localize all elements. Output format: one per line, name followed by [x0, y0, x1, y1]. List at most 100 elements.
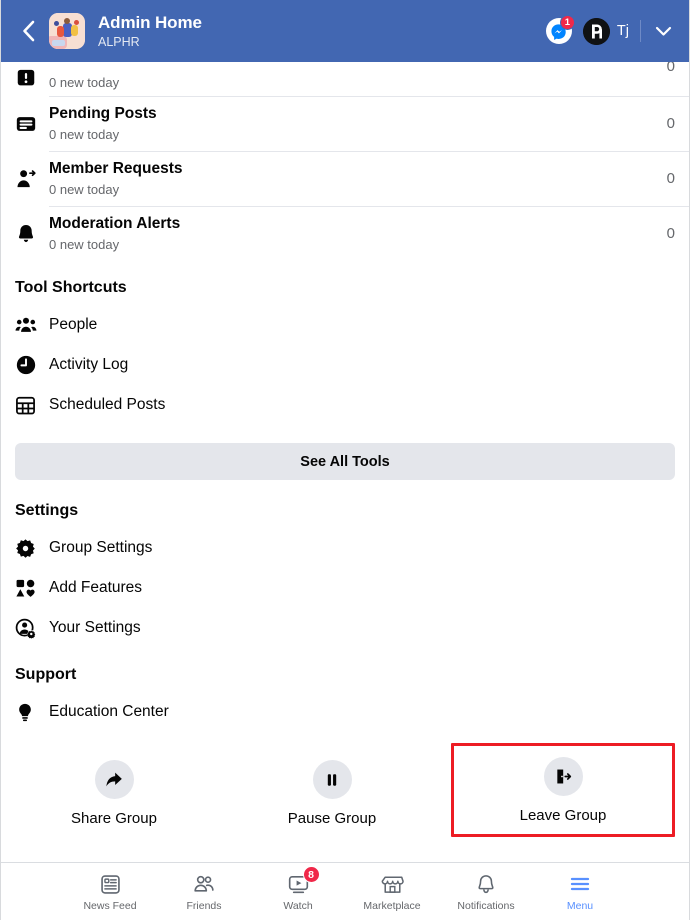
tool-shortcut-scheduled-posts[interactable]: Scheduled Posts — [1, 385, 689, 425]
nav-item-menu[interactable]: Menu — [533, 863, 627, 920]
header-actions: 1 Tj — [543, 15, 675, 47]
group-action-buttons: Share Group Pause Group Leave Group — [1, 743, 689, 837]
people-icon — [15, 314, 49, 336]
share-group-label: Share Group — [71, 810, 157, 827]
tool-shortcut-activity-log[interactable]: Activity Log — [1, 345, 689, 385]
messenger-badge: 1 — [559, 15, 575, 30]
leave-door-icon-circle — [543, 757, 583, 796]
nav-item-marketplace[interactable]: Marketplace — [345, 863, 439, 920]
chevron-down-icon — [655, 26, 671, 36]
queue-row-count: 0 — [666, 62, 675, 75]
queue-row[interactable]: Pending Posts 0 new today 0 — [1, 96, 689, 151]
queue-row-text: Moderation Alerts 0 new today — [49, 215, 657, 252]
settings-item-label: Add Features — [49, 579, 143, 596]
watch-icon: 8 — [287, 866, 320, 897]
account-name[interactable]: Tj — [617, 23, 629, 39]
watch-badge: 8 — [302, 866, 320, 883]
scroll-content[interactable]: Reported to Admin 0 new today 0 Pending … — [1, 62, 689, 862]
queue-row-text: Pending Posts 0 new today — [49, 105, 657, 142]
queue-row-title: Member Requests — [49, 159, 183, 177]
queue-row-subtitle: 0 new today — [49, 126, 120, 142]
queue-row-text: Member Requests 0 new today — [49, 160, 657, 197]
queue-row-subtitle: 0 new today — [49, 75, 120, 91]
nav-item-label: Notifications — [457, 900, 515, 912]
share-group-button[interactable]: Share Group — [5, 746, 223, 837]
messenger-button[interactable]: 1 — [543, 15, 575, 47]
app-header: Admin Home ALPHR 1 Tj — [1, 0, 689, 62]
queue-row-subtitle: 0 new today — [49, 181, 120, 197]
group-name: ALPHR — [98, 34, 140, 49]
leave-door-icon — [556, 769, 571, 784]
pause-icon — [327, 773, 337, 786]
nav-item-label: Menu — [566, 900, 594, 912]
tool-shortcut-label: Activity Log — [49, 356, 129, 373]
settings-item-your-settings[interactable]: Your Settings — [1, 608, 689, 648]
settings-heading: Settings — [15, 502, 79, 519]
leave-group-label: Leave Group — [519, 807, 607, 824]
news-feed-icon — [99, 871, 122, 897]
share-arrow-icon — [106, 772, 122, 786]
queue-row-subtitle: 0 new today — [49, 236, 120, 252]
pending-posts-icon — [15, 113, 49, 135]
support-heading: Support — [15, 666, 77, 683]
nav-item-notifications[interactable]: Notifications — [439, 863, 533, 920]
hamburger-menu-icon — [568, 871, 592, 897]
tool-shortcut-label: Scheduled Posts — [49, 396, 166, 413]
page-title: Admin Home — [98, 13, 202, 33]
friends-icon — [192, 871, 216, 897]
share-arrow-icon-circle — [94, 760, 134, 799]
settings-item-group-settings[interactable]: Group Settings — [1, 528, 689, 568]
clock-icon — [15, 354, 49, 376]
person-gear-icon — [15, 618, 49, 639]
support-item-education-center[interactable]: Education Center — [1, 692, 689, 732]
see-all-tools-button[interactable]: See All Tools — [15, 443, 675, 480]
nav-item-label: Friends — [186, 900, 222, 912]
queue-row-title: Moderation Alerts — [49, 214, 181, 232]
nav-item-news-feed[interactable]: News Feed — [63, 863, 157, 920]
support-item-label: Education Center — [49, 703, 169, 720]
lightbulb-icon — [15, 702, 49, 723]
chevron-left-icon — [22, 20, 34, 42]
tool-shortcuts-heading: Tool Shortcuts — [15, 279, 127, 296]
gear-icon — [15, 538, 49, 559]
pause-group-label: Pause Group — [287, 810, 377, 827]
queue-row-count: 0 — [666, 170, 675, 187]
account-menu-button[interactable] — [651, 19, 675, 43]
tool-shortcut-label: People — [49, 316, 98, 333]
queue-row[interactable]: Member Requests 0 new today 0 — [1, 151, 689, 206]
ph-logo-icon — [582, 17, 610, 45]
nav-item-label: News Feed — [83, 900, 137, 912]
header-divider — [640, 20, 641, 42]
marketplace-icon — [381, 871, 404, 897]
group-avatar[interactable] — [49, 13, 85, 49]
pause-icon-circle — [312, 760, 352, 799]
settings-item-add-features[interactable]: Add Features — [1, 568, 689, 608]
member-request-icon — [15, 167, 49, 190]
notifications-bell-icon — [475, 871, 497, 897]
tool-shortcut-people[interactable]: People — [1, 305, 689, 345]
settings-item-label: Your Settings — [49, 619, 141, 636]
nav-item-watch[interactable]: 8 Watch — [251, 863, 345, 920]
report-alert-icon — [15, 62, 49, 91]
calendar-grid-icon — [15, 395, 49, 416]
nav-item-friends[interactable]: Friends — [157, 863, 251, 920]
bottom-navigation-bar: News Feed Friends 8 Watch Marketplace No… — [1, 862, 689, 920]
facebook-group-admin-home-screen: Admin Home ALPHR 1 Tj 0 new today 0 Pend… — [0, 0, 690, 920]
pause-group-button[interactable]: Pause Group — [223, 746, 441, 837]
back-button[interactable] — [11, 14, 45, 48]
add-features-icon — [15, 578, 49, 599]
bell-icon — [15, 223, 49, 245]
queue-row-count: 0 — [666, 115, 675, 132]
queue-row-text: Reported to Admin 0 new today — [49, 72, 657, 91]
settings-item-label: Group Settings — [49, 539, 153, 556]
leave-group-button[interactable]: Leave Group — [451, 743, 675, 837]
queue-row-count: 0 — [666, 225, 675, 242]
queue-row[interactable]: Reported to Admin 0 new today 0 — [1, 62, 689, 96]
account-avatar[interactable] — [582, 17, 610, 45]
header-titles: Admin Home ALPHR — [98, 13, 543, 48]
nav-item-label: Watch — [283, 900, 313, 912]
queue-row-title: Pending Posts — [49, 104, 157, 122]
admin-queue-list: Reported to Admin 0 new today 0 Pending … — [1, 62, 689, 261]
nav-item-label: Marketplace — [363, 900, 421, 912]
queue-row[interactable]: Moderation Alerts 0 new today 0 — [1, 206, 689, 261]
